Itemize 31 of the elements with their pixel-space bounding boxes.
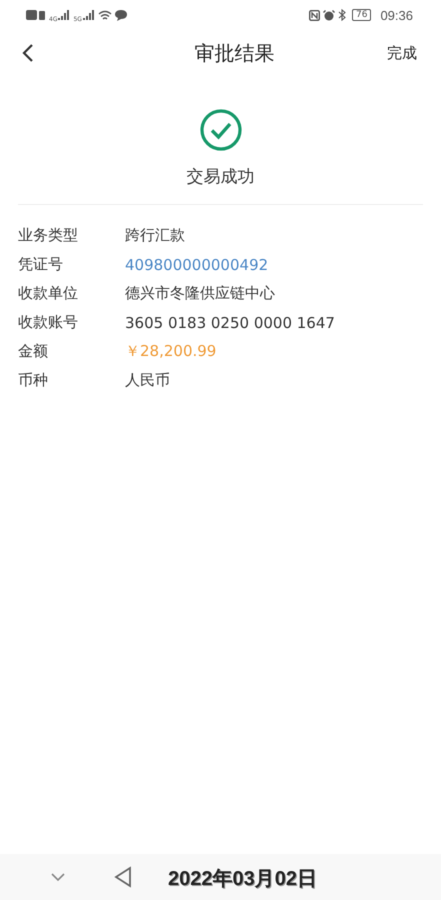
signal-icon bbox=[82, 10, 95, 20]
field-value: 跨行汇款 bbox=[125, 226, 185, 245]
back-nav-button[interactable] bbox=[114, 865, 132, 889]
field-value: 3605 0183 0250 0000 1647 bbox=[125, 314, 335, 332]
date-text: 2022年03月02日 bbox=[168, 867, 317, 892]
alarm-icon bbox=[323, 10, 335, 20]
bluetooth-icon bbox=[338, 9, 346, 21]
field-label: 业务类型 bbox=[18, 226, 79, 245]
done-button[interactable]: 完成 bbox=[387, 40, 417, 66]
field-label: 币种 bbox=[18, 371, 49, 390]
chevron-down-icon bbox=[50, 872, 66, 882]
success-check-icon bbox=[200, 109, 242, 151]
nfc-icon bbox=[309, 10, 320, 20]
signal-icon bbox=[58, 10, 70, 20]
battery-icon: 76 bbox=[352, 9, 372, 21]
page-title: 审批结果 bbox=[194, 40, 274, 66]
result-message: 交易成功 bbox=[186, 166, 254, 188]
voucher-link[interactable]: 409800000000492 bbox=[125, 256, 268, 274]
hd-icon bbox=[26, 10, 46, 20]
chevron-left-icon bbox=[22, 43, 34, 63]
field-value: ￥28,200.99 bbox=[125, 342, 216, 361]
field-value: 德兴市冬隆供应链中心 bbox=[125, 284, 275, 303]
triangle-left-icon bbox=[114, 866, 132, 888]
field-value: 人民币 bbox=[125, 371, 170, 390]
chat-icon bbox=[114, 10, 127, 20]
field-label: 凭证号 bbox=[18, 255, 64, 274]
field-label: 收款单位 bbox=[18, 284, 79, 303]
field-label: 收款账号 bbox=[18, 313, 79, 332]
status-time: 09:36 bbox=[380, 8, 413, 22]
wifi-icon bbox=[98, 10, 112, 20]
field-label: 金额 bbox=[18, 342, 49, 361]
